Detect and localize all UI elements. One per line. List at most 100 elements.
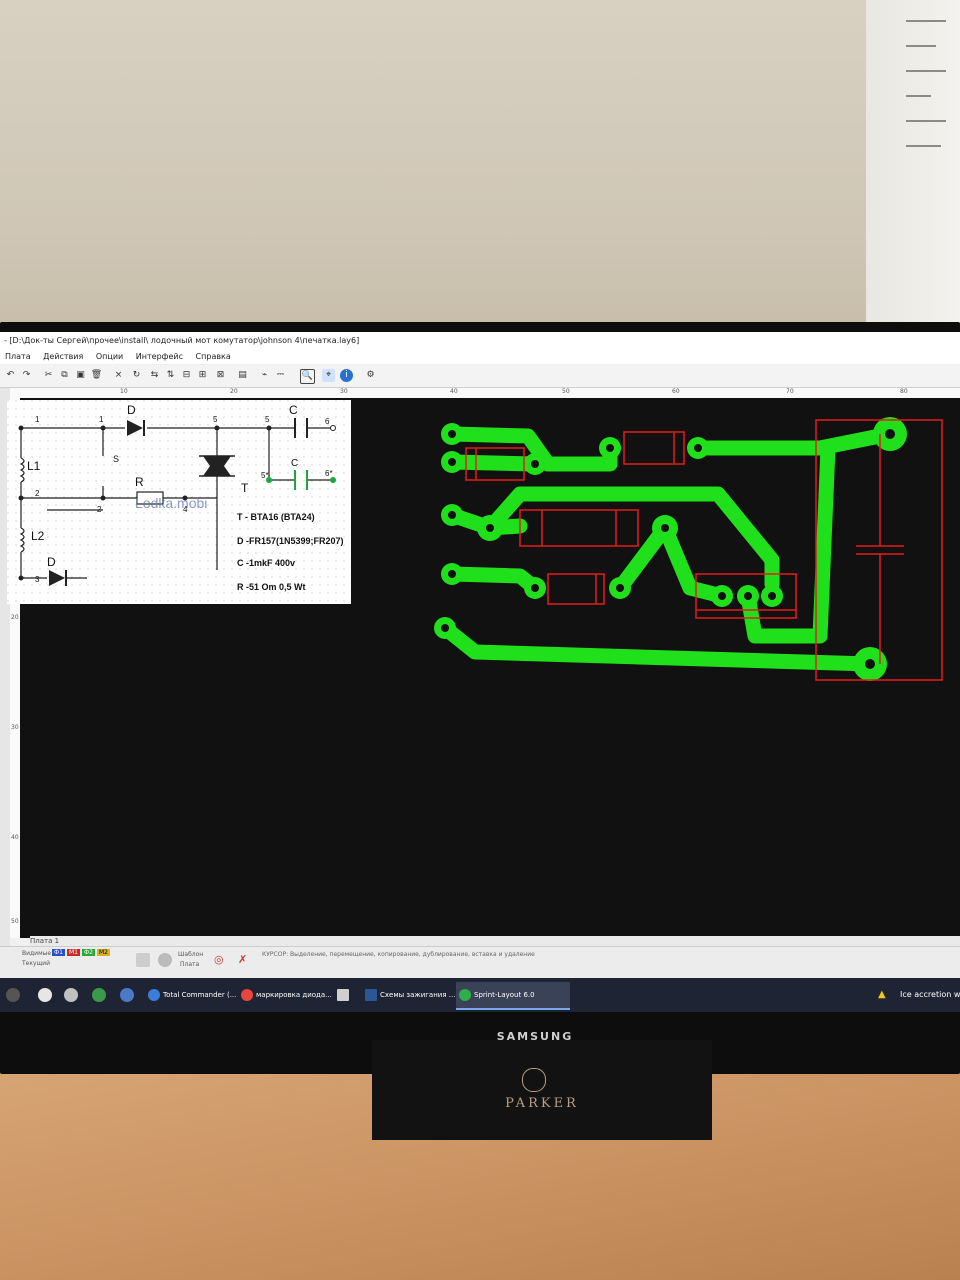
camera-icon[interactable] [158,953,172,967]
no-drc-icon[interactable]: ✗ [238,953,247,966]
node-label: 2 [97,505,102,514]
duplicate-icon[interactable]: × [112,369,125,382]
tab-board-1[interactable]: Плата 1 [30,937,59,945]
chrome-icon [241,989,253,1001]
ruler-top-label: 80 [900,388,908,395]
menu-item-board[interactable]: Плата [5,352,31,361]
zoom-icon[interactable]: 🔍 [300,369,315,384]
start-icon[interactable] [6,988,20,1002]
hole [448,430,456,438]
ruler-top-label: 50 [562,388,570,395]
warning-icon[interactable]: ▲ [878,989,886,1000]
template-label: Шаблон [178,951,204,958]
taskbar-app-chrome[interactable]: маркировка диода... [238,982,348,1008]
layer-m2-button[interactable]: М2 [96,949,110,956]
trace [690,426,898,456]
board-view-icon[interactable] [136,953,150,967]
note-resistor: R -51 Om 0,5 Wt [237,582,306,592]
board-tabs: Плата 1 [30,936,960,946]
mirror-v-icon[interactable]: ⇅ [164,369,177,382]
label-d-top: D [127,403,136,417]
layer-m1-button[interactable]: М1 [66,949,80,956]
layer-icon[interactable]: ▤ [236,369,249,382]
align-icon[interactable]: ⊟ [180,369,193,382]
trace [444,454,543,472]
info-icon[interactable]: i [340,369,353,382]
current-layer-label: Текущий [22,960,50,967]
cut-icon[interactable]: ✂ [42,369,55,382]
hole [694,444,702,452]
pinned-app-icon[interactable] [64,988,78,1002]
schematic-image: D C L1 S R L2 D T C 1 1 5 5 6 2 2 4 5* 6… [7,400,351,604]
select-icon[interactable]: ⌖ [322,369,335,382]
taskbar-app-word[interactable]: Схемы зажигания ... [362,982,470,1008]
watermark: Lodka.mobi [135,495,207,511]
hole [448,458,456,466]
hole [718,592,726,600]
autoroute-icon[interactable]: ⌁ [258,369,271,382]
note-triac: T - BTA16 (BTA24) [237,512,315,522]
menu-item-actions[interactable]: Действия [43,352,83,361]
layer-f1-button[interactable]: Ф1 [52,949,65,956]
menu-item-help[interactable]: Справка [196,352,231,361]
hole [486,524,494,532]
label-r: R [135,475,144,489]
pinned-app-icon[interactable] [120,988,134,1002]
note-capacitor: C -1mkF 400v [237,558,295,568]
node-label: 1 [99,415,104,424]
schematic-diagram: D C L1 S R L2 D T C 1 1 5 5 6 2 2 4 5* 6… [7,400,351,604]
undo-icon[interactable]: ↶ [4,369,17,382]
node-label: 6* [325,469,333,478]
taskbar-app-sprint-layout[interactable]: Sprint-Layout 6.0 [456,982,570,1010]
weather-alert[interactable]: Ice accretion w [900,990,960,999]
group-icon[interactable]: ⊞ [196,369,209,382]
paste-icon[interactable]: ▣ [74,369,87,382]
ruler-top-label: 30 [340,388,348,395]
taskbar-app-total-commander[interactable]: Total Commander (... [145,982,251,1008]
node-label: 2 [35,489,40,498]
total-commander-icon [148,989,160,1001]
copy-icon[interactable]: ⧉ [58,369,71,382]
redo-icon[interactable]: ↷ [20,369,33,382]
pinned-app-icon[interactable] [92,988,106,1002]
label-l1: L1 [27,459,41,473]
taskbar-app-label: Total Commander (... [163,991,237,999]
word-icon [365,989,377,1001]
settings-icon[interactable]: ⚙ [364,369,377,382]
label-c-top: C [289,403,298,417]
ruler-top-label: 70 [786,388,794,395]
visible-layers-label: Видимые [22,950,52,957]
window-title: - [D:\Док-ты Сергей\прочее\install\ лодо… [0,332,960,350]
ruler-top-label: 60 [672,388,680,395]
pinned-app-icon[interactable] [38,988,52,1002]
label-s: S [113,454,119,464]
toolbar: ↶ ↷ ✂ ⧉ ▣ 🗑 × ↻ ⇆ ⇅ ⊟ ⊞ ⊠ ▤ ⌁ ⎓ 🔍 ⌖ i ⚙ [0,365,960,388]
note-diode: D -FR157(1N5399;FR207) [237,536,344,546]
menu-bar: Плата Действия Опции Интерфейс Справка [0,350,960,364]
hole [661,524,669,532]
ungroup-icon[interactable]: ⊠ [214,369,227,382]
connection-icon[interactable]: ⎓ [274,369,287,382]
hole [448,570,456,578]
resistor-outline [623,431,685,465]
menu-item-interface[interactable]: Интерфейс [136,352,183,361]
delete-icon[interactable]: 🗑 [90,369,103,382]
node-label: 3 [35,575,40,584]
status-bar: Видимые Текущий Ф1 М1 Ф2 М2 Шаблон Плата… [0,946,960,979]
board-label: Плата [180,961,200,968]
ruler-top-label: 10 [120,388,128,395]
hole [441,624,449,632]
ruler-left-label: 30 [11,724,19,731]
node-label: 5 [213,415,218,424]
rotate-icon[interactable]: ↻ [130,369,143,382]
monitor-screen: - [D:\Док-ты Сергей\прочее\install\ лодо… [0,332,960,1012]
notepad-icon [337,989,349,1001]
menu-item-options[interactable]: Опции [96,352,123,361]
label-t: T [241,481,249,495]
mirror-h-icon[interactable]: ⇆ [148,369,161,382]
visibility-toggle-icon[interactable]: ◎ [214,953,224,966]
layer-f2-button[interactable]: Ф2 [81,949,95,956]
wall-paper-note [866,0,960,330]
hole [865,659,875,669]
parker-logo-icon [522,1068,546,1092]
